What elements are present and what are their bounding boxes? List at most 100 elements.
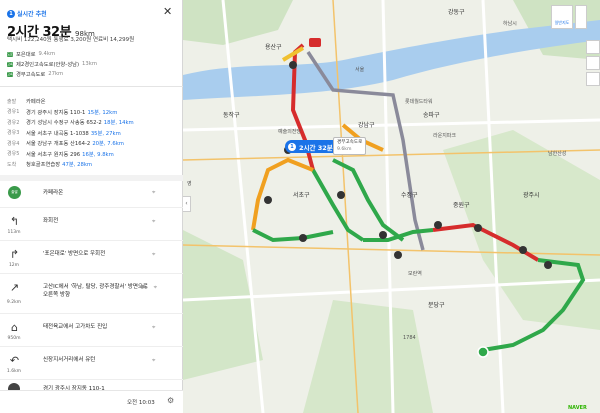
step-item[interactable]: ↰ 113m 좌회전 ⌖: [0, 208, 183, 241]
start-marker: [309, 38, 321, 47]
pin-icon[interactable]: ⌖: [154, 284, 157, 292]
map-label: 남한산성: [548, 151, 567, 157]
waypoint-marker: [434, 221, 442, 229]
step-item[interactable]: ⌂ 950m 태전육교에서 고가차도 진입 ⌖: [0, 314, 183, 347]
summary-place: 카페라온: [26, 99, 46, 106]
road-name: 제2경인고속도로(안양-성남): [16, 62, 80, 68]
summary-eta: 20분, 7.6km: [92, 141, 124, 148]
waypoint-marker: [264, 196, 272, 204]
step-item[interactable]: ↗ 9.2km 고산IC에서 '하남, 탈당, 광주경찰서' 방면으로 오른쪽 …: [0, 274, 183, 314]
map-label: 서초구: [293, 192, 310, 199]
map-label: 광주시: [523, 192, 540, 199]
route-number: 1: [7, 9, 15, 18]
map-label: 영: [187, 181, 192, 187]
divider: [0, 86, 183, 87]
summary-place: 서울 서초구 내곡동 1-1038: [26, 130, 89, 137]
summary-eta: 18분, 14km: [103, 120, 134, 127]
waypoint-marker: [394, 251, 402, 259]
road-distance: 13km: [82, 61, 97, 67]
more-icon[interactable]: [575, 5, 587, 29]
map-type-button[interactable]: 일반지도: [551, 5, 573, 29]
route-segment: [311, 169, 365, 242]
map-label: 하남시: [503, 21, 517, 27]
road-distance: 9.4km: [38, 51, 56, 57]
map-label: 서울: [355, 67, 365, 73]
step-distance: 12m: [8, 263, 20, 268]
step-item[interactable]: 출발 카페라온 ⌖: [0, 181, 183, 208]
road-item: 고속 경부고속도로 27km: [7, 69, 177, 79]
u-turn-icon: ↶: [9, 354, 20, 367]
pin-icon[interactable]: ⌖: [152, 357, 155, 365]
road-list: 도로 포은대로 9.4km 고속 제2경인고속도로(안양-성남) 13km 고속…: [7, 49, 177, 79]
pin-icon[interactable]: ⌖: [152, 189, 155, 197]
summary-eta: 15분, 12km: [87, 109, 118, 116]
route-number: 1: [288, 142, 296, 151]
park-area: [183, 0, 293, 45]
map-canvas: [183, 0, 600, 413]
step-actions: ⌖: [152, 251, 155, 259]
step-actions: ⌖: [152, 218, 155, 226]
turn-by-turn-list: 출발 카페라온 ⌖ ↰ 113m 좌회전 ⌖ ↱ 12m '포은대로' 방면으로…: [0, 181, 183, 413]
step-actions: ⌖: [152, 189, 155, 197]
gear-icon[interactable]: ⚙: [167, 396, 174, 405]
summary-row: 경유1 경기 광주시 장지동 110-1 15분, 12km: [7, 107, 179, 118]
location-button[interactable]: [586, 72, 600, 86]
summary-place: 청호골프연습장: [26, 162, 61, 169]
waypoint-marker: [289, 61, 297, 69]
map-label: 중원구: [453, 202, 470, 209]
summary-row: 경유5 서울 서초구 원지동 296 16분, 9.8km: [7, 149, 179, 160]
summary-key: 경유1: [7, 109, 20, 116]
route-badge: 1 실시간 추천: [7, 9, 47, 18]
car-icon[interactable]: ⛟: [140, 284, 148, 292]
step-item[interactable]: ↱ 12m '포은대로' 방면으로 우회전 ⌖: [0, 241, 183, 274]
map-label: 강동구: [448, 9, 465, 16]
road-callout: 경부고속도로 9.6km: [333, 137, 367, 155]
collapse-panel-button[interactable]: ‹: [183, 196, 191, 212]
park-area: [303, 300, 433, 413]
naver-logo: NAVER: [568, 405, 587, 411]
step-actions: ⛟ ⌖: [140, 284, 157, 292]
map-view[interactable]: 용산구 동작구 서초구 강남구 송파구 강동구 하남시 롯데월드타워 수정구 중…: [183, 0, 600, 413]
step-text: 고산IC에서 '하남, 탈당, 광주경찰서' 방면으로 오른쪽 방향: [43, 284, 148, 298]
turn-right-icon: ↱: [9, 248, 20, 261]
road-tag: 고속: [7, 71, 13, 77]
departure-time[interactable]: 오전 10:03: [127, 398, 155, 406]
summary-row: 경유2 경기 성남시 수정구 사송동 652-2 18분, 14km: [7, 117, 179, 128]
park-area: [183, 230, 263, 380]
pin-icon[interactable]: ⌖: [152, 324, 155, 332]
route-time-text: 2시간 32분: [299, 143, 333, 152]
waypoint-marker: [379, 231, 387, 239]
pin-icon[interactable]: ⌖: [152, 251, 155, 259]
step-text: 태전육교에서 고가차도 진입: [43, 324, 108, 330]
summary-row: 도착 청호골프연습장 47분, 28km: [7, 159, 179, 170]
turn-left-icon: ↰: [9, 215, 20, 228]
start-marker-icon: 출발: [8, 186, 21, 199]
route-time-badge[interactable]: 1 2시간 32분: [285, 140, 339, 153]
waypoint-marker: [544, 261, 552, 269]
road-item: 도로 포은대로 9.4km: [7, 49, 177, 59]
map-label: 강남구: [358, 122, 375, 129]
waypoint-marker: [519, 246, 527, 254]
layer-button[interactable]: [586, 40, 600, 54]
summary-key: 출발: [7, 98, 17, 105]
summary-place: 경기 성남시 수정구 사송동 652-2: [26, 120, 102, 127]
summary-key: 경유2: [7, 119, 20, 126]
close-icon[interactable]: ✕: [163, 6, 172, 17]
step-item[interactable]: ↶ 1.6km 신장지서거리에서 유턴 ⌖: [0, 347, 183, 380]
road: [183, 118, 600, 132]
map-label: 용산구: [265, 44, 282, 51]
summary-row: 경유4 서울 강남구 개포동 산164-2 20분, 7.6km: [7, 138, 179, 149]
summary-eta: 35분, 27km: [90, 130, 121, 137]
summary-key: 도착: [7, 161, 17, 168]
map-label: 라운지파크: [433, 133, 457, 139]
step-text: 좌회전: [43, 218, 59, 224]
park-area: [443, 130, 600, 330]
pin-icon[interactable]: ⌖: [152, 218, 155, 226]
summary-place: 서울 서초구 원지동 296: [26, 151, 81, 158]
step-text: '포은대로' 방면으로 우회전: [43, 251, 106, 257]
distance-button[interactable]: [586, 56, 600, 70]
road-tag: 고속: [7, 61, 13, 67]
map-label: 분당구: [428, 302, 445, 309]
waypoint-summary: 출발 카페라온 경유1 경기 광주시 장지동 110-1 15분, 12km 경유2 경…: [7, 96, 179, 170]
waypoint-marker: [299, 234, 307, 242]
